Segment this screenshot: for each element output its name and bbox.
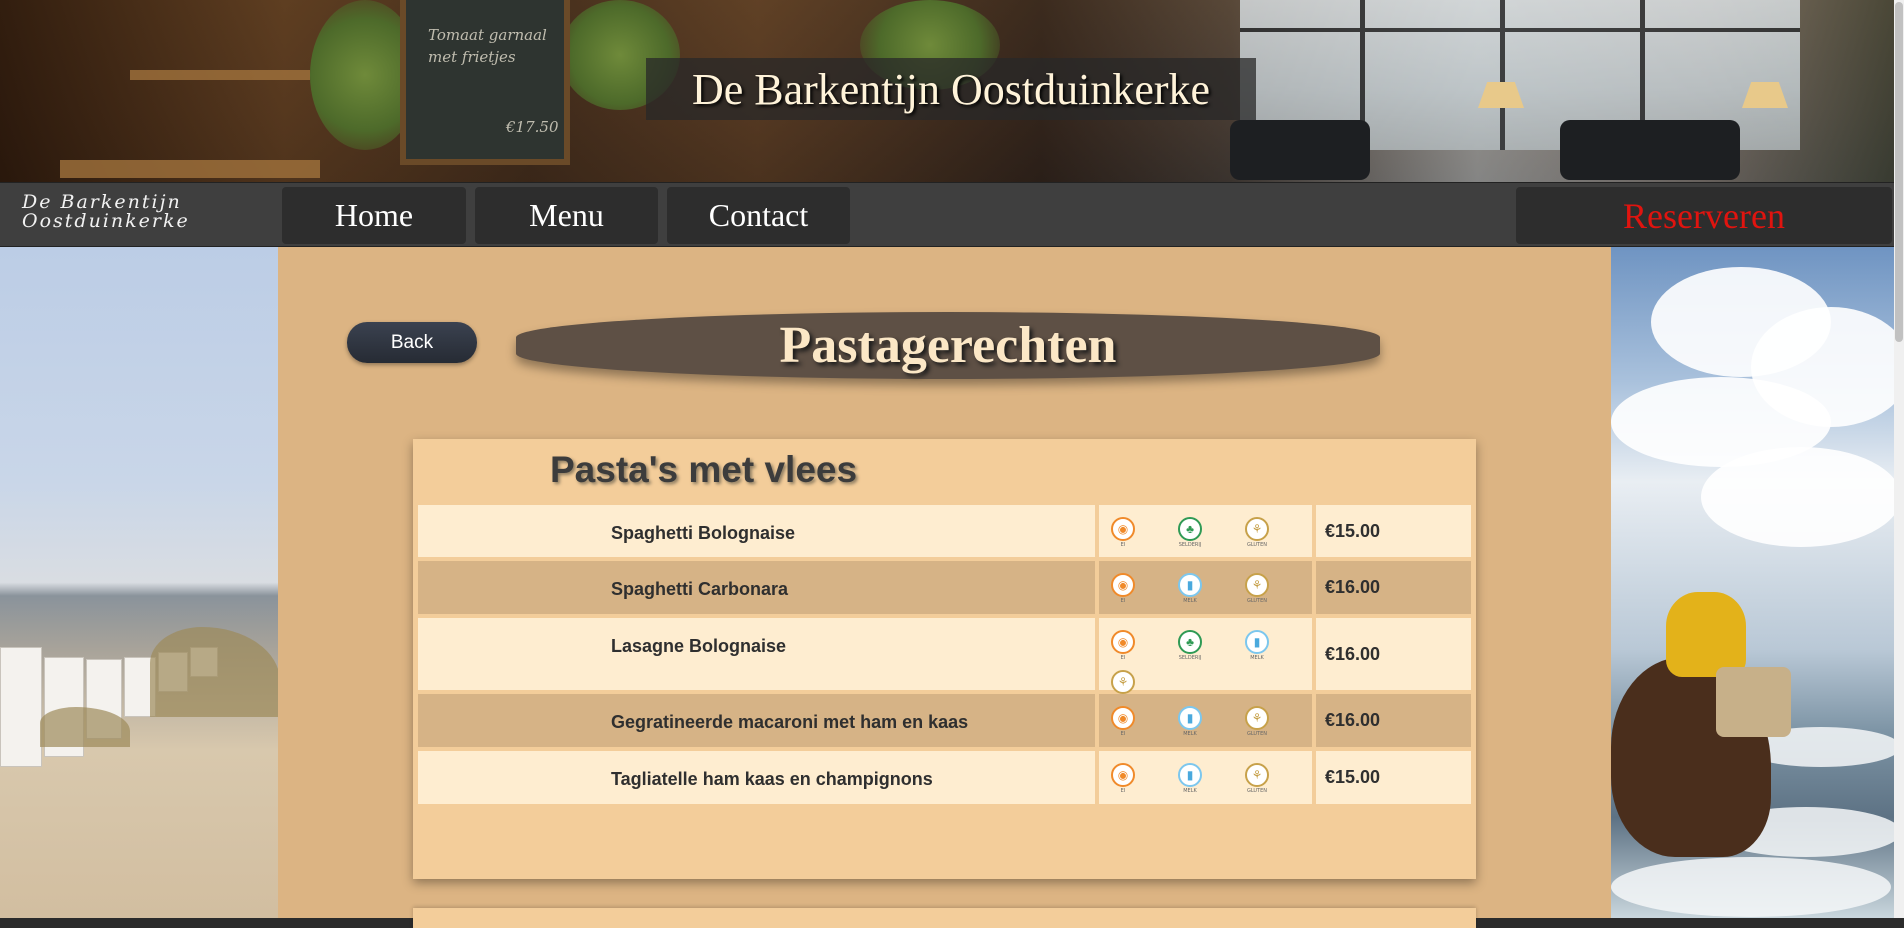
- reserve-button[interactable]: Reserveren: [1516, 187, 1892, 244]
- table-row: Tagliatelle ham kaas en champignons ◉ EI ▮ M…: [418, 751, 1471, 804]
- milk-icon: ▮ MELK: [1245, 630, 1312, 670]
- egg-icon: ◉: [1111, 630, 1135, 654]
- brand-logo[interactable]: De Barkentijn Oostduinkerke: [22, 193, 272, 231]
- dish-price: €16.00: [1316, 561, 1471, 614]
- rider: [1666, 592, 1746, 677]
- wheat-icon: ⚘GLUTEN: [1245, 517, 1312, 557]
- dish-table: Spaghetti Bolognaise ◉ EI ♣ SELDERIJ ⚘ GLUTEN €…: [418, 505, 1471, 808]
- wheat-icon: ⚘GLUTEN: [1245, 573, 1312, 613]
- allergen-icons: ◉EI♣SELDERIJ▮MELK⚘GLUTEN: [1099, 618, 1312, 701]
- allergen-icons: ◉ EI ♣ SELDERIJ ⚘ GLUTEN: [1099, 505, 1312, 557]
- egg-icon: ◉: [1111, 763, 1135, 787]
- allergen-label: MELK: [1183, 598, 1197, 604]
- dish-name: Gegratineerde macaroni met ham en kaas: [418, 694, 1095, 747]
- allergen-icons: ◉ EI ▮ MELK ⚘ GLUTEN: [1099, 694, 1312, 747]
- milk-icon: ▮ MELK: [1178, 763, 1245, 803]
- scrollbar-thumb[interactable]: [1895, 2, 1903, 342]
- milk-icon: ▮: [1178, 763, 1202, 787]
- wheat-icon: ⚘GLUTEN: [1245, 706, 1312, 746]
- egg-icon: ◉: [1111, 573, 1135, 597]
- allergen-icons: ◉ EI ▮ MELK ⚘ GLUTEN: [1099, 751, 1312, 804]
- allergen-label: EI: [1120, 655, 1126, 661]
- allergen-label: GLUTEN: [1246, 788, 1268, 794]
- dish-name: Lasagne Bolognaise: [418, 618, 1095, 690]
- page-scrollbar[interactable]: [1894, 0, 1904, 918]
- milk-icon: ▮ MELK: [1178, 573, 1245, 613]
- egg-icon: ◉ EI: [1111, 706, 1178, 746]
- table-row: Gegratineerde macaroni met ham en kaas ◉ E…: [418, 694, 1471, 747]
- bar-counter: [60, 160, 320, 178]
- dish-name: Spaghetti Carbonara: [418, 561, 1095, 614]
- wheat-icon: ⚘: [1245, 706, 1269, 730]
- milk-icon: ▮ MELK: [1178, 706, 1245, 746]
- table-row: Spaghetti Bolognaise ◉ EI ♣ SELDERIJ ⚘ GLUTEN €…: [418, 505, 1471, 557]
- wheat-icon: ⚘: [1111, 670, 1135, 694]
- page-title-banner: Pastagerechten: [516, 312, 1380, 379]
- wheat-icon: ⚘: [1245, 763, 1269, 787]
- table-row: Lasagne Bolognaise◉EI♣SELDERIJ▮MELK⚘GLUT…: [418, 618, 1471, 701]
- allergen-label: EI: [1120, 731, 1126, 737]
- milk-icon: ▮: [1178, 573, 1202, 597]
- egg-icon: ◉ EI: [1111, 763, 1178, 803]
- dish-name: Spaghetti Bolognaise: [418, 505, 1095, 557]
- site-title: De Barkentijn Oostduinkerke: [691, 64, 1211, 114]
- beach-huts-photo: [0, 247, 278, 918]
- nav-home-button[interactable]: Home: [282, 187, 466, 244]
- allergen-icons: ◉ EI ▮ MELK ⚘ GLUTEN: [1099, 561, 1312, 614]
- chalkboard-line: Tomaat garnaal: [428, 26, 547, 44]
- celery-icon: ♣: [1178, 517, 1202, 541]
- dish-price: €15.00: [1316, 505, 1471, 557]
- horse-fisherman-photo: [1611, 247, 1894, 918]
- egg-icon: ◉: [1111, 517, 1135, 541]
- allergen-label: GLUTEN: [1246, 542, 1268, 548]
- chalkboard-line: met frietjes: [428, 48, 516, 66]
- dish-price: €16.00: [1316, 694, 1471, 747]
- allergen-label: EI: [1120, 542, 1126, 548]
- sofa: [1230, 120, 1370, 180]
- allergen-label: SELDERIJ: [1178, 542, 1202, 548]
- milk-icon: ▮: [1245, 630, 1269, 654]
- egg-icon: ◉ EI: [1111, 630, 1178, 670]
- main-navbar: De Barkentijn Oostduinkerke Home Menu Co…: [0, 182, 1894, 247]
- header-banner-photo: Tomaat garnaal met frietjes €17.50 De Ba…: [0, 0, 1894, 182]
- wheat-icon: ⚘: [1245, 573, 1269, 597]
- basket: [1716, 667, 1791, 737]
- chalkboard: Tomaat garnaal met frietjes €17.50: [400, 0, 570, 165]
- egg-icon: ◉ EI: [1111, 573, 1178, 613]
- allergen-label: GLUTEN: [1246, 731, 1268, 737]
- allergen-label: EI: [1120, 788, 1126, 794]
- egg-icon: ◉ EI: [1111, 517, 1178, 557]
- egg-icon: ◉: [1111, 706, 1135, 730]
- page-title: Pastagerechten: [779, 317, 1117, 374]
- nav-menu-button[interactable]: Menu: [475, 187, 658, 244]
- celery-icon: ♣ SELDERIJ: [1178, 630, 1245, 670]
- main-content: Back Pastagerechten Pasta's met vlees Sp…: [278, 247, 1611, 928]
- site-title-box: De Barkentijn Oostduinkerke: [646, 58, 1256, 120]
- allergen-label: MELK: [1250, 655, 1264, 661]
- allergen-label: MELK: [1183, 731, 1197, 737]
- section-title: Pasta's met vlees: [550, 449, 858, 490]
- menu-section-card: Pasta's met vlees Spaghetti Bolognaise ◉ E…: [413, 439, 1476, 879]
- allergen-label: GLUTEN: [1246, 598, 1268, 604]
- back-button[interactable]: Back: [347, 322, 477, 363]
- allergen-label: MELK: [1183, 788, 1197, 794]
- dish-price: €16.00: [1316, 618, 1471, 690]
- wheat-icon: ⚘: [1245, 517, 1269, 541]
- chalkboard-line: €17.50: [506, 118, 559, 136]
- allergen-label: EI: [1120, 598, 1126, 604]
- celery-icon: ♣ SELDERIJ: [1178, 517, 1245, 557]
- next-section-card: [413, 908, 1476, 928]
- sofa: [1560, 120, 1740, 180]
- table-row: Spaghetti Carbonara ◉ EI ▮ MELK ⚘ GLUTEN €16.00: [418, 561, 1471, 614]
- dish-name: Tagliatelle ham kaas en champignons: [418, 751, 1095, 804]
- wheat-icon: ⚘GLUTEN: [1245, 763, 1312, 803]
- dish-price: €15.00: [1316, 751, 1471, 804]
- celery-icon: ♣: [1178, 630, 1202, 654]
- nav-contact-button[interactable]: Contact: [667, 187, 850, 244]
- allergen-label: SELDERIJ: [1178, 655, 1202, 661]
- brand-line: Oostduinkerke: [22, 210, 190, 232]
- milk-icon: ▮: [1178, 706, 1202, 730]
- bar-shelf: [130, 70, 310, 80]
